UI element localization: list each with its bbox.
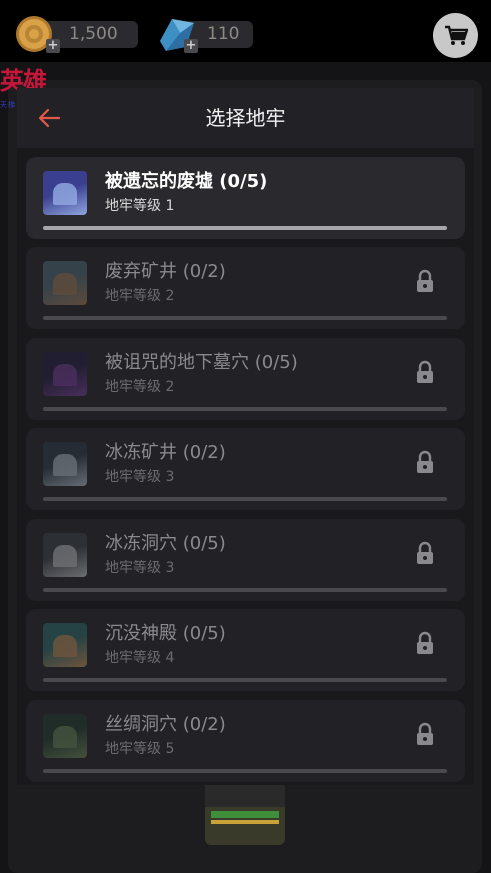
gem-amount: 110	[207, 24, 240, 44]
cursed-catacomb-thumbnail	[43, 352, 87, 396]
frozen-mine-thumbnail	[43, 442, 87, 486]
dungeon-level: 地牢等级 1	[105, 198, 175, 214]
thumbnail-shape	[53, 364, 77, 386]
lock-icon	[417, 722, 433, 745]
dungeon-level: 地牢等级 2	[105, 379, 175, 395]
dungeon-progress-bar	[43, 678, 447, 682]
lock-icon	[417, 541, 433, 564]
thumbnail-shape	[53, 273, 77, 295]
dungeon-level: 地牢等级 5	[105, 741, 175, 757]
dungeon-name: 丝绸洞穴 (0/2)	[105, 714, 226, 735]
hero-card-peek[interactable]	[205, 785, 285, 845]
add-gold-icon[interactable]: +	[46, 39, 60, 53]
silk-cave-thumbnail	[43, 714, 87, 758]
lock-icon	[417, 269, 433, 292]
dungeon-progress-bar	[43, 588, 447, 592]
frozen-cave-thumbnail	[43, 533, 87, 577]
dungeon-name: 沉没神殿 (0/5)	[105, 623, 226, 644]
dungeon-progress-bar	[43, 316, 447, 320]
dungeon-card[interactable]: 废弃矿井 (0/2) 地牢等级 2	[26, 247, 465, 329]
dungeon-progress-bar	[43, 497, 447, 501]
abandoned-mine-thumbnail	[43, 261, 87, 305]
top-resource-bar: 1,500 + 110 +	[0, 0, 491, 62]
lock-icon	[417, 631, 433, 654]
dungeon-name: 废弃矿井 (0/2)	[105, 261, 226, 282]
dungeon-card[interactable]: 被遗忘的废墟 (0/5) 地牢等级 1	[26, 157, 465, 239]
dungeon-progress-bar	[43, 769, 447, 773]
add-gem-icon[interactable]: +	[184, 39, 198, 53]
dungeon-progress-bar	[43, 226, 447, 230]
thumbnail-shape	[53, 726, 77, 748]
dungeon-level: 地牢等级 2	[105, 288, 175, 304]
dungeon-card[interactable]: 冰冻洞穴 (0/5) 地牢等级 3	[26, 519, 465, 601]
thumbnail-shape	[53, 183, 77, 205]
gold-amount: 1,500	[69, 24, 118, 44]
dungeon-level: 地牢等级 4	[105, 650, 175, 666]
dungeon-card[interactable]: 被诅咒的地下墓穴 (0/5) 地牢等级 2	[26, 338, 465, 420]
ruins-thumbnail	[43, 171, 87, 215]
dungeon-name: 冰冻矿井 (0/2)	[105, 442, 226, 463]
modal-header: 选择地牢	[17, 88, 474, 148]
dungeon-level: 地牢等级 3	[105, 469, 175, 485]
shopping-cart-icon	[444, 25, 468, 45]
lock-icon	[417, 360, 433, 383]
dungeon-card[interactable]: 冰冻矿井 (0/2) 地牢等级 3	[26, 428, 465, 510]
dungeon-name: 冰冻洞穴 (0/5)	[105, 533, 226, 554]
dungeon-level: 地牢等级 3	[105, 560, 175, 576]
thumbnail-shape	[53, 454, 77, 476]
thumbnail-shape	[53, 635, 77, 657]
dungeon-card[interactable]: 丝绸洞穴 (0/2) 地牢等级 5	[26, 700, 465, 782]
sunken-temple-thumbnail	[43, 623, 87, 667]
dungeon-name: 被遗忘的废墟 (0/5)	[105, 171, 268, 192]
lock-icon	[417, 450, 433, 473]
modal-title: 选择地牢	[205, 106, 286, 130]
shop-cart-button[interactable]	[433, 13, 478, 58]
dungeon-progress-bar	[43, 407, 447, 411]
dungeon-card[interactable]: 沉没神殿 (0/5) 地牢等级 4	[26, 609, 465, 691]
dungeon-name: 被诅咒的地下墓穴 (0/5)	[105, 352, 298, 373]
select-dungeon-modal: 选择地牢 被遗忘的废墟 (0/5) 地牢等级 1 废弃矿井 (0/2) 地牢等级 2被…	[17, 88, 474, 785]
thumbnail-shape	[53, 545, 77, 567]
